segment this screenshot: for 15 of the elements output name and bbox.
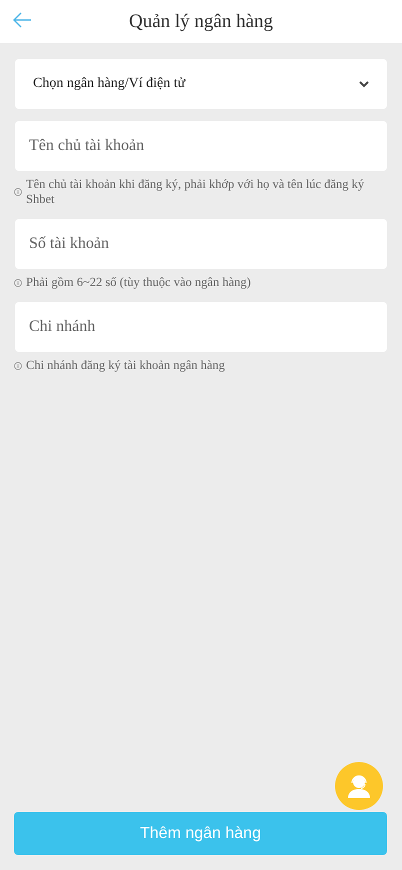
field-hint: Phải gồm 6~22 số (tùy thuộc vào ngân hàng): [26, 275, 251, 290]
back-button[interactable]: [12, 12, 32, 28]
input-field[interactable]: Số tài khoản: [15, 219, 387, 269]
field-hint: Tên chủ tài khoản khi đăng ký, phải khớp với họ và tên lúc đăng ký Shbet: [26, 177, 366, 207]
chevron-down-icon: [359, 80, 369, 88]
info-icon: [14, 362, 22, 370]
input-field[interactable]: Chi nhánh: [15, 302, 387, 352]
field-hint: Chi nhánh đăng ký tài khoản ngân hàng: [26, 358, 225, 373]
page-title: Quản lý ngân hàng: [128, 10, 274, 32]
support-button[interactable]: [335, 762, 383, 810]
bank-select[interactable]: Chọn ngân hàng/Ví điện tử: [15, 59, 387, 109]
info-icon: [14, 188, 22, 196]
info-icon: [14, 278, 22, 286]
input-field[interactable]: Tên chủ tài khoản: [15, 121, 387, 171]
back-arrow-icon: [12, 12, 32, 28]
